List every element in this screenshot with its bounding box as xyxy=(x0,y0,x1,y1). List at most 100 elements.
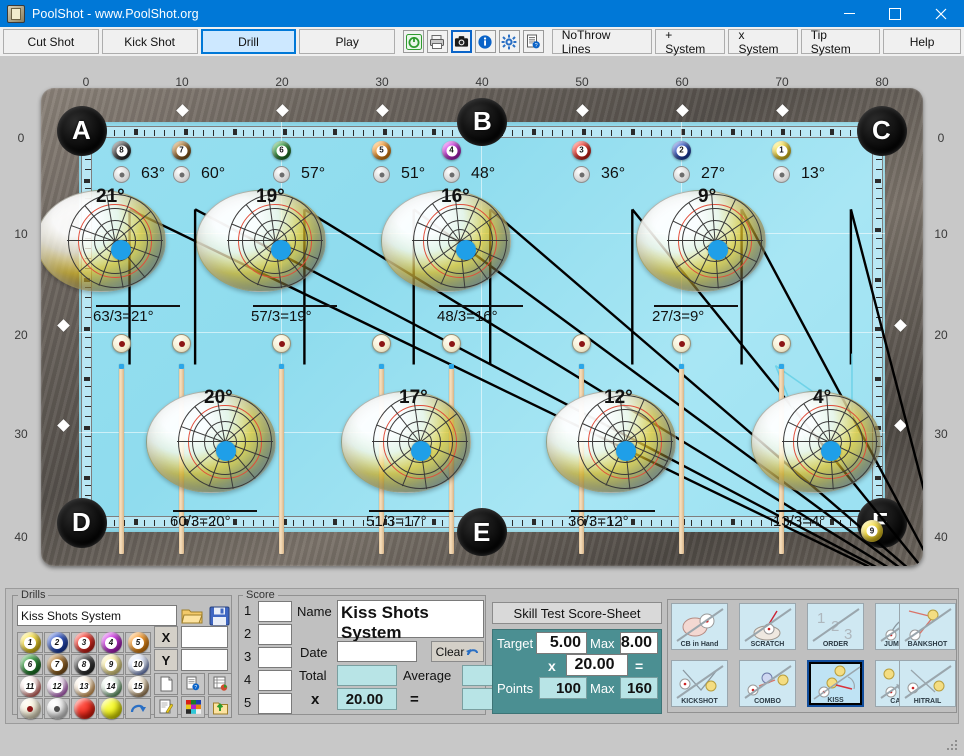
reset-arrow-icon[interactable] xyxy=(125,698,151,719)
measure-ball[interactable] xyxy=(112,334,131,353)
gear-icon[interactable] xyxy=(498,30,520,53)
color-palette-icon[interactable] xyxy=(181,696,205,718)
hit-point[interactable] xyxy=(456,240,476,260)
score-row-1-input[interactable] xyxy=(258,601,292,622)
cue-stick[interactable] xyxy=(119,364,124,554)
object-ball-2[interactable]: 2 xyxy=(672,141,691,160)
edit-note-icon[interactable] xyxy=(154,696,178,718)
object-ball-3[interactable]: 3 xyxy=(572,141,591,160)
tab-drill[interactable]: Drill xyxy=(200,29,297,54)
object-ball-4[interactable]: 4 xyxy=(442,141,461,160)
object-ball-6[interactable]: 6 xyxy=(272,141,291,160)
cue-ball-r2-4[interactable]: 4° xyxy=(751,387,881,493)
rack-ball-4[interactable]: 4 xyxy=(98,632,124,653)
measure-ball[interactable] xyxy=(772,334,791,353)
measure-ball[interactable] xyxy=(672,334,691,353)
rack-ball-8[interactable]: 8 xyxy=(71,654,97,675)
rack-ball-2[interactable]: 2 xyxy=(44,632,70,653)
button-tip-system[interactable]: Tip System xyxy=(800,28,881,56)
cue-ball-r1-2[interactable]: 19° xyxy=(196,186,326,292)
target-value[interactable]: 5.00 xyxy=(536,632,587,654)
mode-kiss[interactable]: KISS xyxy=(807,660,864,707)
cue-stick[interactable] xyxy=(679,364,684,554)
mode-hitrail[interactable]: HITRAIL xyxy=(899,660,956,707)
tab-kick-shot[interactable]: Kick Shot xyxy=(101,29,198,54)
hit-point[interactable] xyxy=(708,240,728,260)
info-icon[interactable] xyxy=(474,30,496,53)
print-icon[interactable] xyxy=(427,30,448,53)
rack-ball-15[interactable]: 15 xyxy=(125,676,151,697)
tab-cut-shot[interactable]: Cut Shot xyxy=(3,29,99,54)
help-doc-icon[interactable]: ? xyxy=(522,30,544,53)
cue-stick[interactable] xyxy=(279,364,284,554)
rack-ball-10[interactable]: 10 xyxy=(125,654,151,675)
measure-ball[interactable] xyxy=(442,334,461,353)
mode-cb-in-hand[interactable]: CB in Hand xyxy=(671,603,728,650)
button-help[interactable]: Help xyxy=(883,29,961,54)
rack-ball-14[interactable]: 14 xyxy=(98,676,124,697)
red-ball[interactable] xyxy=(71,698,97,719)
camera-icon[interactable] xyxy=(450,30,472,53)
date-input[interactable] xyxy=(337,641,417,662)
rack-ball-11[interactable]: 11 xyxy=(17,676,43,697)
rack-ball-13[interactable]: 13 xyxy=(71,676,97,697)
target-ball-9[interactable]: 9 xyxy=(861,520,883,542)
cue-ball-r1-3[interactable]: 16° xyxy=(381,186,511,292)
button-plus-system[interactable]: + System xyxy=(655,28,726,56)
object-ball-8[interactable]: 8 xyxy=(112,141,131,160)
red-dot-ball[interactable] xyxy=(17,698,43,719)
page-help-icon[interactable]: ? xyxy=(181,673,205,695)
resize-grip[interactable] xyxy=(947,740,959,752)
score-row-2-input[interactable] xyxy=(258,624,292,645)
cue-ball-r1-4[interactable]: 9° xyxy=(636,186,766,292)
drill-name-input[interactable]: Kiss Shots System xyxy=(17,605,177,626)
floppy-save-icon[interactable] xyxy=(207,604,231,627)
mode-kickshot[interactable]: KICKSHOT xyxy=(671,660,728,707)
table-report-icon[interactable] xyxy=(208,673,232,695)
drill-title-input[interactable]: Kiss Shots System xyxy=(337,600,484,642)
cue-ball-r2-2[interactable]: 17° xyxy=(341,387,471,493)
grey-dot-ball[interactable] xyxy=(44,698,70,719)
mode-combo[interactable]: COMBO xyxy=(739,660,796,707)
rack-ball-6[interactable]: 6 xyxy=(17,654,43,675)
score-multiplier-input[interactable]: 20.00 xyxy=(337,688,397,710)
rack-ball-12[interactable]: 12 xyxy=(44,676,70,697)
button-nothrow-lines[interactable]: NoThrow Lines xyxy=(551,28,653,56)
hit-point[interactable] xyxy=(271,240,291,260)
measure-ball[interactable] xyxy=(572,334,591,353)
measure-ball[interactable] xyxy=(272,334,291,353)
mode-order[interactable]: 123 ORDER xyxy=(807,603,864,650)
folder-open-icon[interactable] xyxy=(180,604,204,627)
x-coordinate-input[interactable] xyxy=(181,626,228,648)
cue-ball-r2-1[interactable]: 20° xyxy=(146,387,276,493)
tab-play[interactable]: Play xyxy=(299,29,396,54)
object-ball-7[interactable]: 7 xyxy=(172,141,191,160)
score-row-5-input[interactable] xyxy=(258,693,292,714)
skill-test-title[interactable]: Skill Test Score-Sheet xyxy=(492,602,662,624)
score-row-3-input[interactable] xyxy=(258,647,292,668)
measure-ball[interactable] xyxy=(372,334,391,353)
hit-point[interactable] xyxy=(411,441,431,461)
cue-ball-r1-1[interactable]: 21° xyxy=(41,186,166,292)
yellow-ball[interactable] xyxy=(98,698,124,719)
rack-ball-7[interactable]: 7 xyxy=(44,654,70,675)
object-ball-1[interactable]: 1 xyxy=(772,141,791,160)
pool-table[interactable]: A B C D E F 8 7 6 5 4 3 2 1 63° 60° 57° … xyxy=(41,88,923,566)
hit-point[interactable] xyxy=(821,441,841,461)
score-row-4-input[interactable] xyxy=(258,670,292,691)
rack-ball-5[interactable]: 5 xyxy=(125,632,151,653)
y-coordinate-input[interactable] xyxy=(181,649,228,671)
rack-ball-3[interactable]: 3 xyxy=(71,632,97,653)
button-x-system[interactable]: x System xyxy=(728,28,798,56)
minimize-button[interactable] xyxy=(826,0,872,27)
mode-scratch[interactable]: SCRATCH xyxy=(739,603,796,650)
rack-ball-9[interactable]: 9 xyxy=(98,654,124,675)
cue-ball-r2-3[interactable]: 12° xyxy=(546,387,676,493)
mode-bankshot[interactable]: BANKSHOT xyxy=(899,603,956,650)
clear-button[interactable]: Clear xyxy=(431,641,484,662)
hit-point[interactable] xyxy=(111,240,131,260)
object-ball-5[interactable]: 5 xyxy=(372,141,391,160)
export-folder-icon[interactable] xyxy=(208,696,232,718)
measure-ball[interactable] xyxy=(172,334,191,353)
power-icon[interactable] xyxy=(403,30,424,53)
